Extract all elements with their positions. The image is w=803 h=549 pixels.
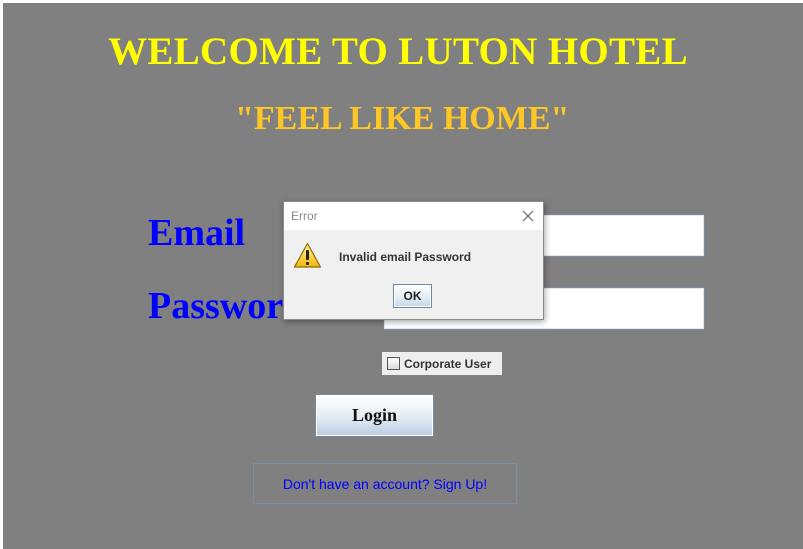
corporate-user-label: Corporate User	[404, 356, 492, 371]
application-window: WELCOME TO LUTON HOTEL "FEEL LIKE HOME" …	[0, 0, 803, 549]
warning-icon	[293, 242, 322, 268]
page-title-text: WELCOME TO LUTON HOTEL	[108, 30, 688, 73]
signup-link[interactable]: Don't have an account? Sign Up!	[253, 463, 517, 504]
password-label: Password	[148, 285, 286, 327]
checkbox-box[interactable]	[387, 357, 400, 370]
slogan: "FEEL LIKE HOME"	[235, 100, 570, 137]
corporate-user-checkbox[interactable]: Corporate User	[382, 352, 502, 375]
dialog-title: Error	[291, 209, 318, 223]
dialog-message: Invalid email Password	[339, 250, 472, 264]
login-button[interactable]: Login	[315, 394, 434, 437]
dialog-titlebar[interactable]: Error	[284, 202, 543, 230]
close-icon[interactable]	[520, 208, 536, 224]
ok-button[interactable]: OK	[393, 284, 432, 308]
error-dialog: Error Invalid email Password OK	[283, 201, 544, 320]
page-title: WELCOME TO LUTON HOTEL	[2, 29, 800, 74]
email-label: Email	[148, 212, 246, 254]
